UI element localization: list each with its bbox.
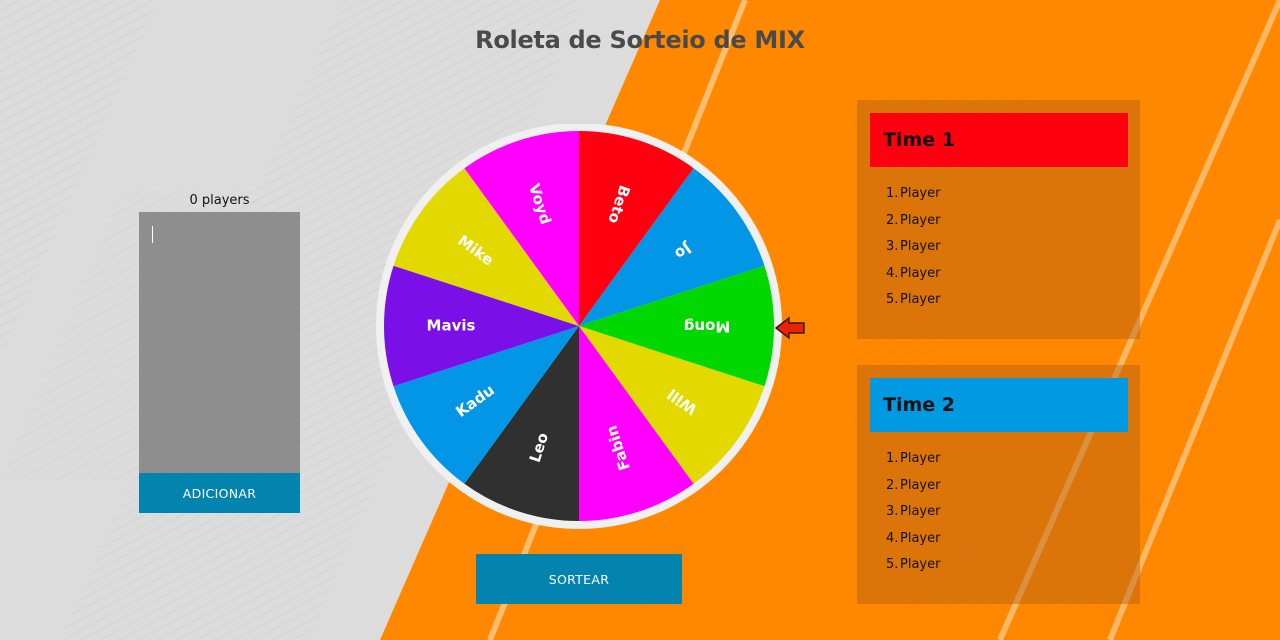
list-item: Player xyxy=(900,504,941,519)
list-item: Player xyxy=(900,530,941,546)
wheel-label: Mavis xyxy=(427,317,476,335)
team-2-panel: Time 2 Player Player Player Player Playe… xyxy=(857,365,1140,604)
wheel-label: Mong xyxy=(684,318,731,336)
names-input[interactable] xyxy=(139,212,300,473)
list-item: Player xyxy=(900,477,941,493)
list-item: Player xyxy=(900,239,941,254)
team-2-title: Time 2 xyxy=(870,378,1128,432)
team-2-list: Player Player Player Player Player xyxy=(886,449,940,582)
add-button[interactable]: ADICIONAR xyxy=(139,473,300,513)
list-item: Player xyxy=(900,265,941,281)
team-1-list: Player Player Player Player Player xyxy=(886,184,940,317)
player-count: 0 players xyxy=(189,193,250,208)
list-item: Player xyxy=(900,186,941,201)
page-title: Roleta de Sorteio de MIX xyxy=(475,26,805,54)
list-item: Player xyxy=(900,451,941,466)
roulette-wheel[interactable]: BetoJoMongWillFabinLeoKaduMavisMikeVoyd xyxy=(376,124,816,529)
list-item: Player xyxy=(900,212,941,228)
list-item: Player xyxy=(900,292,941,307)
draw-button[interactable]: SORTEAR xyxy=(476,554,682,604)
team-1-title: Time 1 xyxy=(870,113,1128,167)
team-1-panel: Time 1 Player Player Player Player Playe… xyxy=(857,100,1140,339)
list-item: Player xyxy=(900,557,941,572)
text-caret xyxy=(152,226,153,243)
